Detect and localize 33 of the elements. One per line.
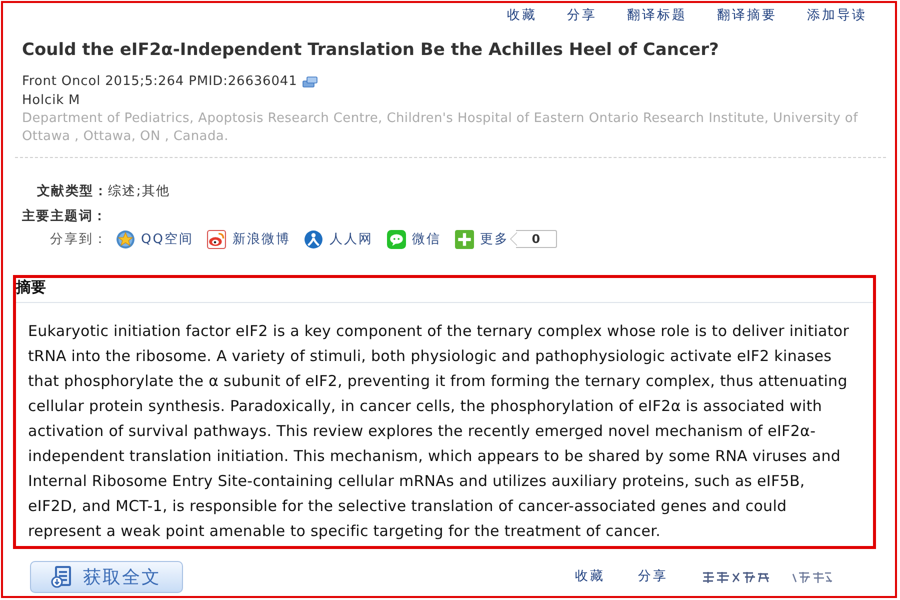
author-name: Holcik M xyxy=(22,92,82,110)
action-link[interactable]: 翻译摘要 xyxy=(717,7,777,25)
stacked-windows-icon[interactable] xyxy=(302,76,318,88)
citation-text: Front Oncol 2015;5:264 PMID:26636041 xyxy=(22,73,298,91)
doc-type-value: 综述;其他 xyxy=(108,183,170,201)
share-label: 分享到： xyxy=(50,231,108,248)
share-link[interactable]: 新浪微博 xyxy=(207,230,290,248)
plus-icon xyxy=(454,230,474,248)
get-full-text-button[interactable]: 获取全文 xyxy=(30,561,183,593)
person-circle-icon xyxy=(304,230,324,248)
affiliation-text: Department of Pediatrics, Apoptosis Research Centre, Children's Hospital of Eastern Ontario Research Institute, University of Ottawa , Ottawa, ON , Canada. xyxy=(22,110,859,146)
action-link[interactable]: 收藏 xyxy=(507,7,537,25)
chat-bubble-icon xyxy=(386,230,406,248)
eye-tile-icon xyxy=(207,230,226,248)
share-link[interactable]: 更多 xyxy=(454,230,509,248)
action-link[interactable]: 收藏 xyxy=(575,568,605,586)
garbled-text-drawing xyxy=(791,570,833,584)
share-link[interactable]: QQ空间 xyxy=(116,230,194,248)
article-title: Could the eIF2α-Independent Translation Be the Achilles Heel of Cancer? xyxy=(22,39,720,61)
doc-type-label: 文献类型： xyxy=(37,182,108,201)
abstract-text: Eukaryotic initiation factor eIF2 is a key component of the ternary complex whose role is to deliver initiator tRNA into the ribosome. A variety of stimuli, both physiologic and pathophysiologic activate eIF2 kinases that phosphorylate the α subunit of eIF2, preventing it from forming the ternary complex, thus attenuating cellular protein synthesis. Paradoxically, in cancer cells, the phosphorylation of eIF2α is associated with activation of survival pathways. This review explores the recently emerged novel mechanism of eIF2α-independent translation initiation. This mechanism, which appears to be shared by some RNA viruses and Internal Ribosome Entry Site-containing cellular mRNAs and utilizes auxiliary proteins, such as eIF5B, eIF2D, and MCT-1, is responsible for the selective translation of cancer-associated genes and could represent a weak point amenable to specific targeting for the treatment of cancer. xyxy=(28,321,850,542)
abstract-heading: 摘要 xyxy=(16,278,873,303)
document-download-icon xyxy=(51,566,73,588)
share-count: 0 xyxy=(510,230,557,248)
star-circle-icon xyxy=(116,230,135,248)
subject-label: 主要主题词： xyxy=(22,208,108,226)
action-link[interactable]: 翻译标题 xyxy=(627,7,687,25)
share-link[interactable]: 微信 xyxy=(386,230,441,248)
share-link[interactable]: 人人网 xyxy=(304,230,373,248)
action-link[interactable]: 分享 xyxy=(638,568,668,586)
action-link[interactable]: 添加导读 xyxy=(807,7,867,25)
action-link[interactable]: 分享 xyxy=(567,7,597,25)
garbled-text-drawing xyxy=(701,570,771,584)
